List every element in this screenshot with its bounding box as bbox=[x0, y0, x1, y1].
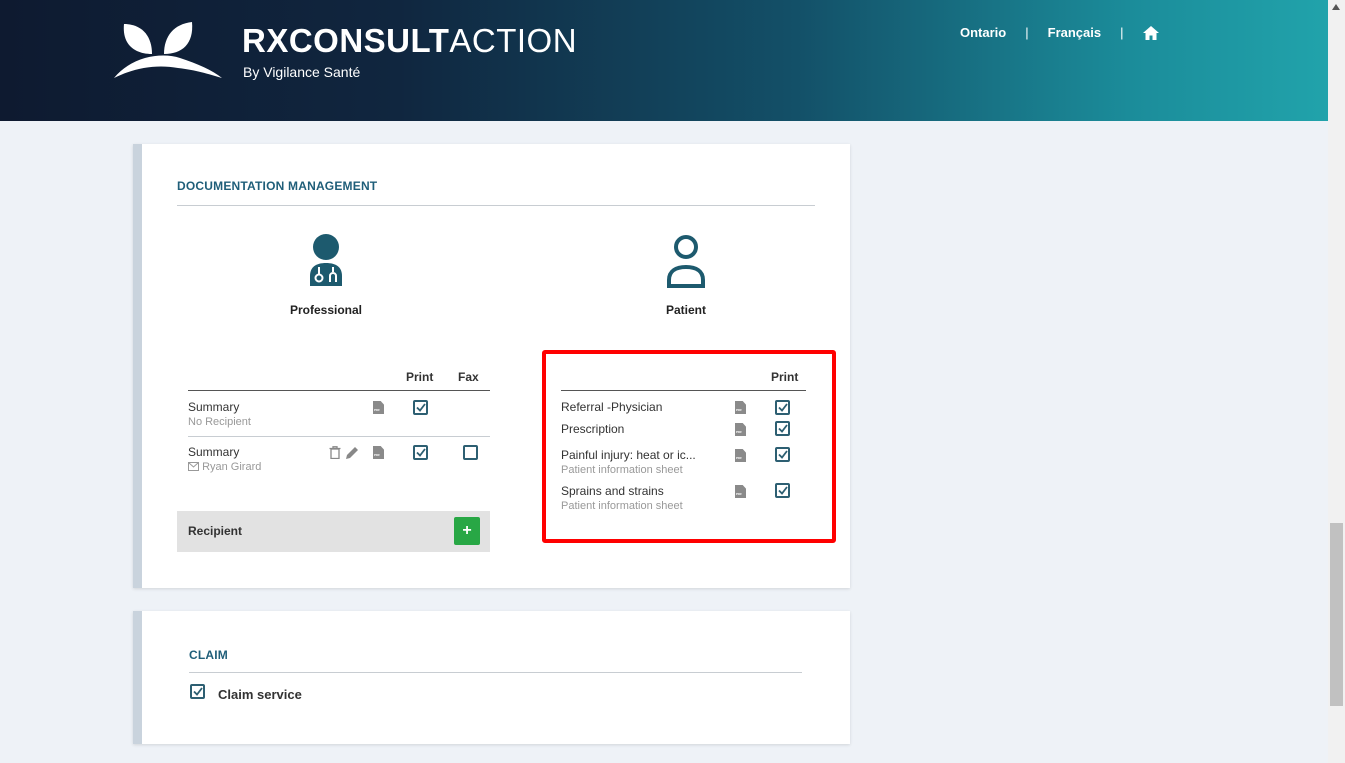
column-print: Print bbox=[406, 370, 434, 384]
professional-row-name: Summary bbox=[188, 400, 240, 414]
row-divider bbox=[188, 436, 490, 437]
table-header-divider bbox=[188, 390, 490, 391]
recipient-bar: Recipient + bbox=[177, 511, 490, 552]
recipient-label: Recipient bbox=[188, 524, 243, 538]
section-title: CLAIM bbox=[189, 648, 228, 662]
scrollbar-thumb[interactable] bbox=[1330, 523, 1343, 706]
language-link[interactable]: Français bbox=[1048, 25, 1101, 40]
professional-label: Professional bbox=[289, 303, 363, 317]
vertical-scrollbar[interactable] bbox=[1328, 0, 1345, 763]
patient-row-name: Sprains and strains bbox=[561, 484, 664, 498]
divider bbox=[189, 672, 802, 673]
section-title: DOCUMENTATION MANAGEMENT bbox=[177, 179, 378, 193]
leaf-logo-icon[interactable] bbox=[112, 18, 224, 80]
nav-separator: | bbox=[1025, 25, 1029, 40]
patient-row-sub: Patient information sheet bbox=[561, 464, 683, 476]
print-checkbox[interactable] bbox=[775, 400, 790, 415]
pdf-icon[interactable]: PDF bbox=[735, 449, 746, 462]
app-header: RXCONSULTACTION By Vigilance Santé Ontar… bbox=[0, 0, 1328, 121]
top-navigation: Ontario | Français | bbox=[960, 25, 1159, 40]
print-checkbox[interactable] bbox=[413, 445, 428, 460]
documentation-management-card: DOCUMENTATION MANAGEMENT Professional Pa… bbox=[133, 144, 850, 588]
pdf-icon[interactable]: PDF bbox=[735, 401, 746, 414]
province-link[interactable]: Ontario bbox=[960, 25, 1006, 40]
trash-icon[interactable] bbox=[329, 446, 341, 459]
pdf-icon[interactable]: PDF bbox=[373, 401, 384, 414]
divider bbox=[177, 205, 815, 206]
print-checkbox[interactable] bbox=[413, 400, 428, 415]
envelope-icon bbox=[188, 462, 199, 471]
table-header-divider bbox=[561, 390, 806, 391]
claim-card: CLAIM Claim service bbox=[133, 611, 850, 744]
professional-row-sub: No Recipient bbox=[188, 416, 251, 428]
pdf-icon[interactable]: PDF bbox=[373, 446, 384, 459]
claim-service-checkbox[interactable] bbox=[190, 684, 205, 699]
scroll-up-arrow-icon[interactable] bbox=[1332, 4, 1340, 10]
print-checkbox[interactable] bbox=[775, 421, 790, 436]
patient-row-name: Referral -Physician bbox=[561, 400, 663, 414]
patient-row-name: Painful injury: heat or ic... bbox=[561, 448, 696, 462]
professional-row-name: Summary bbox=[188, 445, 240, 459]
patient-row-name: Prescription bbox=[561, 422, 625, 436]
pdf-icon[interactable]: PDF bbox=[735, 485, 746, 498]
fax-checkbox[interactable] bbox=[463, 445, 478, 460]
pdf-icon[interactable]: PDF bbox=[735, 423, 746, 436]
patient-icon bbox=[667, 235, 705, 288]
patient-label: Patient bbox=[665, 303, 706, 317]
professional-row-sub: Ryan Girard bbox=[188, 461, 261, 473]
brand-title[interactable]: RXCONSULTACTION bbox=[242, 22, 577, 60]
doctor-icon bbox=[310, 234, 342, 286]
column-fax: Fax bbox=[458, 370, 479, 384]
home-icon[interactable] bbox=[1142, 25, 1159, 40]
add-recipient-button[interactable]: + bbox=[454, 517, 480, 545]
print-checkbox[interactable] bbox=[775, 447, 790, 462]
recipient-name: Ryan Girard bbox=[202, 461, 262, 473]
claim-service-label[interactable]: Claim service bbox=[218, 687, 302, 702]
nav-separator: | bbox=[1120, 25, 1124, 40]
print-checkbox[interactable] bbox=[775, 483, 790, 498]
brand-subtitle: By Vigilance Santé bbox=[243, 64, 361, 80]
patient-row-sub: Patient information sheet bbox=[561, 500, 683, 512]
column-print: Print bbox=[771, 370, 799, 384]
edit-pencil-icon[interactable] bbox=[345, 446, 359, 460]
